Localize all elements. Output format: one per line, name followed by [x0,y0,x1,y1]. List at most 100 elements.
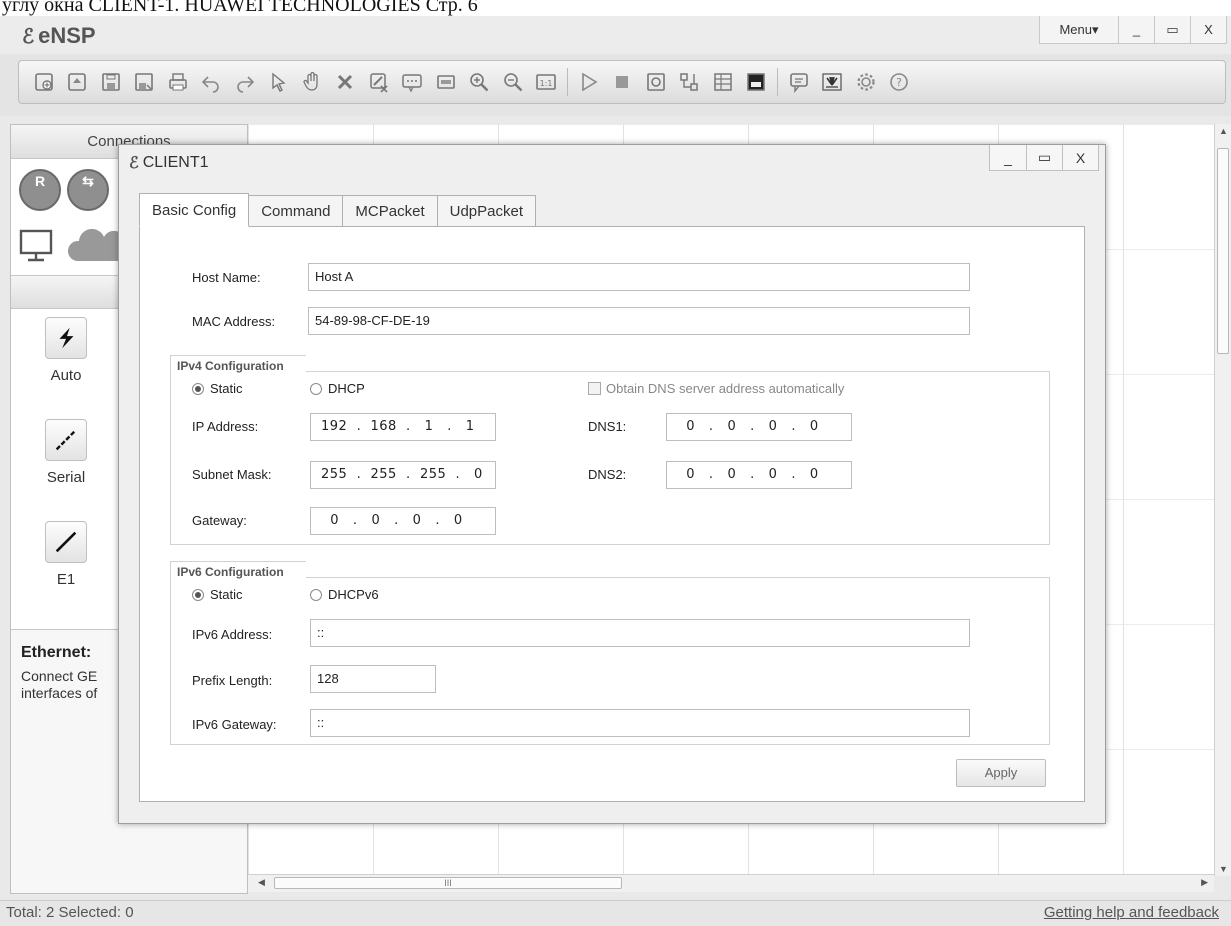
prefix-length-field[interactable]: 128 [310,665,436,693]
menu-button[interactable]: Menu▾ [1040,16,1118,43]
tab-command[interactable]: Command [248,195,344,227]
pan-hand-icon[interactable] [295,67,329,97]
horizontal-scrollbar[interactable]: ◀ III ▶ [248,874,1214,892]
capture-icon[interactable] [639,67,673,97]
huawei-icon[interactable] [816,67,850,97]
connection-serial[interactable]: Serial [21,419,111,486]
ipv6-address-label: IPv6 Address: [192,627,273,642]
radio-label: DHCP [328,381,365,396]
rectangle-icon[interactable] [429,67,463,97]
ipv4-group [170,371,1050,545]
svg-text:1:1: 1:1 [540,79,553,88]
prefix-length-label: Prefix Length: [192,673,273,688]
e1-connection-icon [45,521,87,563]
scroll-down-icon[interactable]: ▼ [1219,864,1228,874]
ipv4-group-title: IPv4 Configuration [170,355,306,375]
connection-auto[interactable]: Auto [21,317,111,384]
delete-all-links-icon[interactable] [362,67,396,97]
start-all-icon[interactable] [572,67,606,97]
ipv6-dhcp-radio[interactable]: DHCPv6 [310,587,379,602]
close-button[interactable]: X [1190,16,1226,43]
dialog-tabs: Basic Config Command MCPacket UdpPacket [139,193,536,227]
status-bar: Total: 2 Selected: 0 Getting help and fe… [0,900,1231,926]
ipv6-gateway-label: IPv6 Gateway: [192,717,277,732]
dialog-title-text: CLIENT1 [142,154,209,171]
new-topology-icon[interactable] [27,67,61,97]
scroll-right-icon[interactable]: ▶ [1201,877,1208,888]
scroll-up-icon[interactable]: ▲ [1219,126,1228,136]
tab-mcpacket[interactable]: MCPacket [342,195,438,227]
ipv4-dhcp-radio[interactable]: DHCP [310,381,365,396]
toolbar-separator [567,68,568,96]
stop-all-icon[interactable] [606,67,640,97]
zoom-out-icon[interactable] [496,67,530,97]
router-icon[interactable]: R [19,169,61,211]
pc-icon[interactable] [17,229,57,263]
dialog-minimize-button[interactable]: _ [990,145,1026,170]
window-controls: Menu▾ _ ▭ X [1039,16,1227,44]
help-feedback-link[interactable]: Getting help and feedback [1044,901,1219,925]
dialog-title: ℰ CLIENT1 [129,153,208,173]
redo-icon[interactable] [228,67,262,97]
radio-label: DHCPv6 [328,587,379,602]
table-icon[interactable] [706,67,740,97]
delete-icon[interactable] [329,67,363,97]
ensp-window: углу окна CLIENT-1. HUAWEI TECHNOLOGIES … [0,0,1231,926]
print-icon[interactable] [161,67,195,97]
host-name-label: Host Name: [192,270,261,285]
chat-icon[interactable] [782,67,816,97]
fit-icon[interactable]: 1:1 [530,67,564,97]
ensp-logo-icon: ℰ [22,25,35,48]
dns1-field[interactable]: 0 . 0 . 0 . 0 [666,413,852,441]
subnet-mask-label: Subnet Mask: [192,467,272,482]
select-pointer-icon[interactable] [262,67,296,97]
mac-address-label: MAC Address: [192,314,276,329]
app-title-bar: ℰ eNSP Menu▾ _ ▭ X [0,16,1231,54]
ensp-logo-icon: ℰ [129,155,139,172]
mac-address-field[interactable]: 54-89-98-CF-DE-19 [308,307,970,335]
open-icon[interactable] [61,67,95,97]
undo-icon[interactable] [195,67,229,97]
dialog-title-bar[interactable]: ℰ CLIENT1 _ ▭ X [119,145,1105,179]
save-icon[interactable] [94,67,128,97]
dialog-window-controls: _ ▭ X [989,145,1099,171]
app-logo: ℰ eNSP [22,22,96,50]
ipv6-gateway-field[interactable]: :: [310,709,970,737]
tab-udppacket[interactable]: UdpPacket [436,195,536,227]
dialog-maximize-button[interactable]: ▭ [1026,145,1062,170]
host-name-field[interactable]: Host A [308,263,970,291]
minimize-button[interactable]: _ [1118,16,1154,43]
radio-selected-icon [192,588,204,601]
scroll-left-icon[interactable]: ◀ [258,877,265,888]
obtain-dns-checkbox[interactable]: Obtain DNS server address automatically [588,381,844,396]
dns2-field[interactable]: 0 . 0 . 0 . 0 [666,461,852,489]
switch-icon[interactable]: ⇆ [67,169,109,211]
vertical-scrollbar[interactable]: ▲ ▼ [1214,124,1231,876]
topology-icon[interactable] [673,67,707,97]
toolbar-separator [777,68,778,96]
ipv4-static-radio[interactable]: Static [192,381,243,396]
save-as-icon[interactable] [128,67,162,97]
status-counts: Total: 2 Selected: 0 [6,904,134,921]
auto-connection-icon [45,317,87,359]
screen-icon[interactable] [740,67,774,97]
ip-address-field[interactable]: 192 . 168 . 1 . 1 [310,413,496,441]
help-icon[interactable]: ? [883,67,917,97]
gateway-field[interactable]: 0 . 0 . 0 . 0 [310,507,496,535]
settings-icon[interactable] [849,67,883,97]
radio-label: Static [210,381,243,396]
zoom-in-icon[interactable] [463,67,497,97]
dialog-close-button[interactable]: X [1062,145,1098,170]
ipv6-static-radio[interactable]: Static [192,587,243,602]
maximize-button[interactable]: ▭ [1154,16,1190,43]
connection-e1[interactable]: E1 [21,521,111,588]
horizontal-scroll-thumb[interactable]: III [274,877,622,889]
text-note-icon[interactable] [396,67,430,97]
subnet-mask-field[interactable]: 255 . 255 . 255 . 0 [310,461,496,489]
ipv6-address-field[interactable]: :: [310,619,970,647]
ip-address-label: IP Address: [192,419,259,434]
apply-button[interactable]: Apply [956,759,1046,787]
vertical-scroll-thumb[interactable] [1217,148,1229,354]
client-config-dialog: ℰ CLIENT1 _ ▭ X Basic Config Command MCP… [118,144,1106,824]
tab-basic-config[interactable]: Basic Config [139,193,250,227]
